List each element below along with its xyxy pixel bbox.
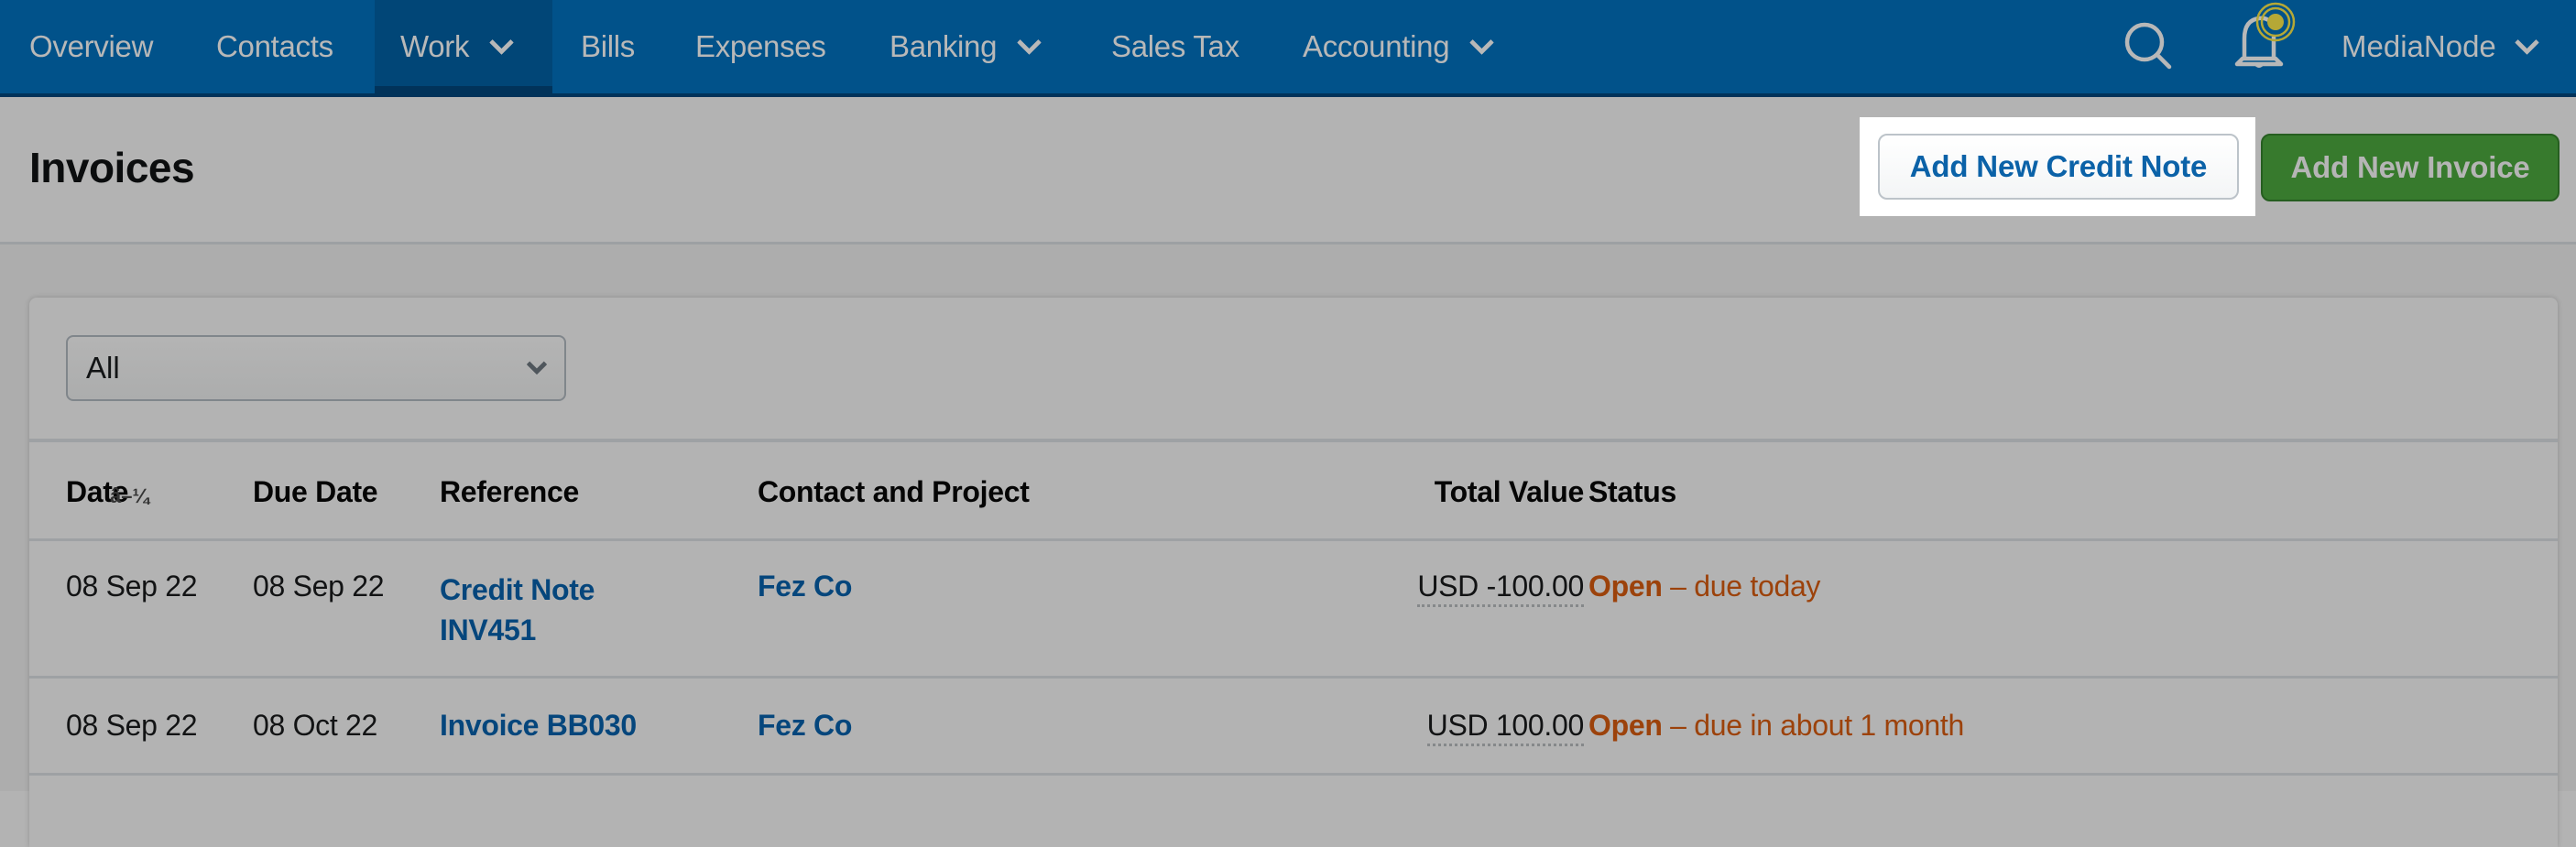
cell-date: 08 Sep 22 bbox=[66, 709, 198, 742]
status-badge: Open bbox=[1588, 709, 1663, 742]
cell-date: 08 Sep 22 bbox=[66, 570, 198, 603]
cell-reference-link[interactable]: Invoice BB030 bbox=[440, 709, 637, 743]
column-header-contact-project[interactable]: Contact and Project bbox=[758, 475, 1030, 509]
cell-reference-link[interactable]: Credit Note INV451 bbox=[440, 570, 595, 650]
chevron-down-icon bbox=[2514, 29, 2539, 55]
nav-item-work[interactable]: Work bbox=[375, 0, 552, 93]
nav-item-label: Work bbox=[400, 29, 470, 63]
cell-contact-link[interactable]: Fez Co bbox=[758, 709, 852, 743]
nav-item-label: Bills bbox=[581, 29, 636, 63]
chevron-down-icon bbox=[489, 29, 515, 55]
cell-contact-link[interactable]: Fez Co bbox=[758, 570, 852, 603]
cell-total-value: USD 100.00 bbox=[1426, 709, 1584, 746]
nav-item-label: Expenses bbox=[695, 29, 826, 63]
column-header-status[interactable]: Status bbox=[1588, 475, 1676, 509]
cell-due-date: 08 Sep 22 bbox=[253, 570, 385, 603]
column-header-due-date[interactable]: Due Date bbox=[253, 475, 378, 509]
divider bbox=[29, 439, 2558, 442]
divider bbox=[29, 676, 2558, 679]
search-icon bbox=[2124, 22, 2172, 70]
notifications-button[interactable] bbox=[2232, 0, 2301, 93]
status-detail: – due in about 1 month bbox=[1662, 709, 1964, 742]
main-content: All Date â–¼ Due Date Reference Contact … bbox=[0, 244, 2576, 847]
divider bbox=[29, 538, 2558, 541]
nav-item-expenses[interactable]: Expenses bbox=[695, 0, 826, 93]
nav-item-accounting[interactable]: Accounting bbox=[1303, 0, 1495, 93]
chevron-down-icon bbox=[1017, 29, 1042, 55]
add-new-invoice-button[interactable]: Add New Invoice bbox=[2261, 134, 2560, 201]
nav-item-label: Accounting bbox=[1303, 29, 1450, 63]
nav-item-overview[interactable]: Overview bbox=[29, 0, 153, 93]
invoice-filter-select[interactable]: All bbox=[66, 335, 566, 401]
cell-total-value: USD -100.00 bbox=[1417, 570, 1584, 607]
status-badge: Open bbox=[1588, 570, 1663, 603]
add-new-credit-note-button[interactable]: Add New Credit Note bbox=[1878, 134, 2239, 200]
sort-indicator-icon: â–¼ bbox=[110, 484, 149, 507]
nav-item-label: Overview bbox=[29, 29, 154, 63]
search-button[interactable] bbox=[2122, 0, 2177, 93]
filter-selected-value: All bbox=[86, 351, 120, 385]
chevron-down-icon bbox=[526, 353, 548, 375]
nav-item-banking[interactable]: Banking bbox=[890, 0, 1042, 93]
user-menu[interactable]: MediaNode bbox=[2341, 0, 2539, 93]
nav-item-bills[interactable]: Bills bbox=[581, 0, 635, 93]
status-detail: – due today bbox=[1662, 570, 1821, 603]
bell-icon bbox=[2234, 2, 2296, 68]
divider bbox=[29, 773, 2558, 776]
cell-due-date: 08 Oct 22 bbox=[253, 709, 378, 742]
nav-item-label: Sales Tax bbox=[1111, 29, 1239, 63]
column-header-reference[interactable]: Reference bbox=[440, 475, 579, 509]
nav-item-contacts[interactable]: Contacts bbox=[216, 0, 333, 93]
top-nav: Overview Contacts Work Bills Expenses Ba… bbox=[0, 0, 2576, 97]
cell-status: Open – due in about 1 month bbox=[1588, 709, 1964, 743]
nav-item-label: Banking bbox=[890, 29, 998, 63]
column-header-total-value[interactable]: Total Value bbox=[1435, 475, 1585, 509]
user-menu-label: MediaNode bbox=[2341, 29, 2496, 63]
nav-item-label: Contacts bbox=[216, 29, 333, 63]
nav-item-sales-tax[interactable]: Sales Tax bbox=[1111, 0, 1239, 93]
notification-dot bbox=[2267, 14, 2284, 30]
page-title: Invoices bbox=[29, 144, 195, 191]
invoices-card: All Date â–¼ Due Date Reference Contact … bbox=[29, 298, 2558, 847]
column-header-date[interactable]: Date â–¼ bbox=[66, 475, 149, 509]
cell-status: Open – due today bbox=[1588, 570, 1820, 603]
chevron-down-icon bbox=[1469, 29, 1495, 55]
